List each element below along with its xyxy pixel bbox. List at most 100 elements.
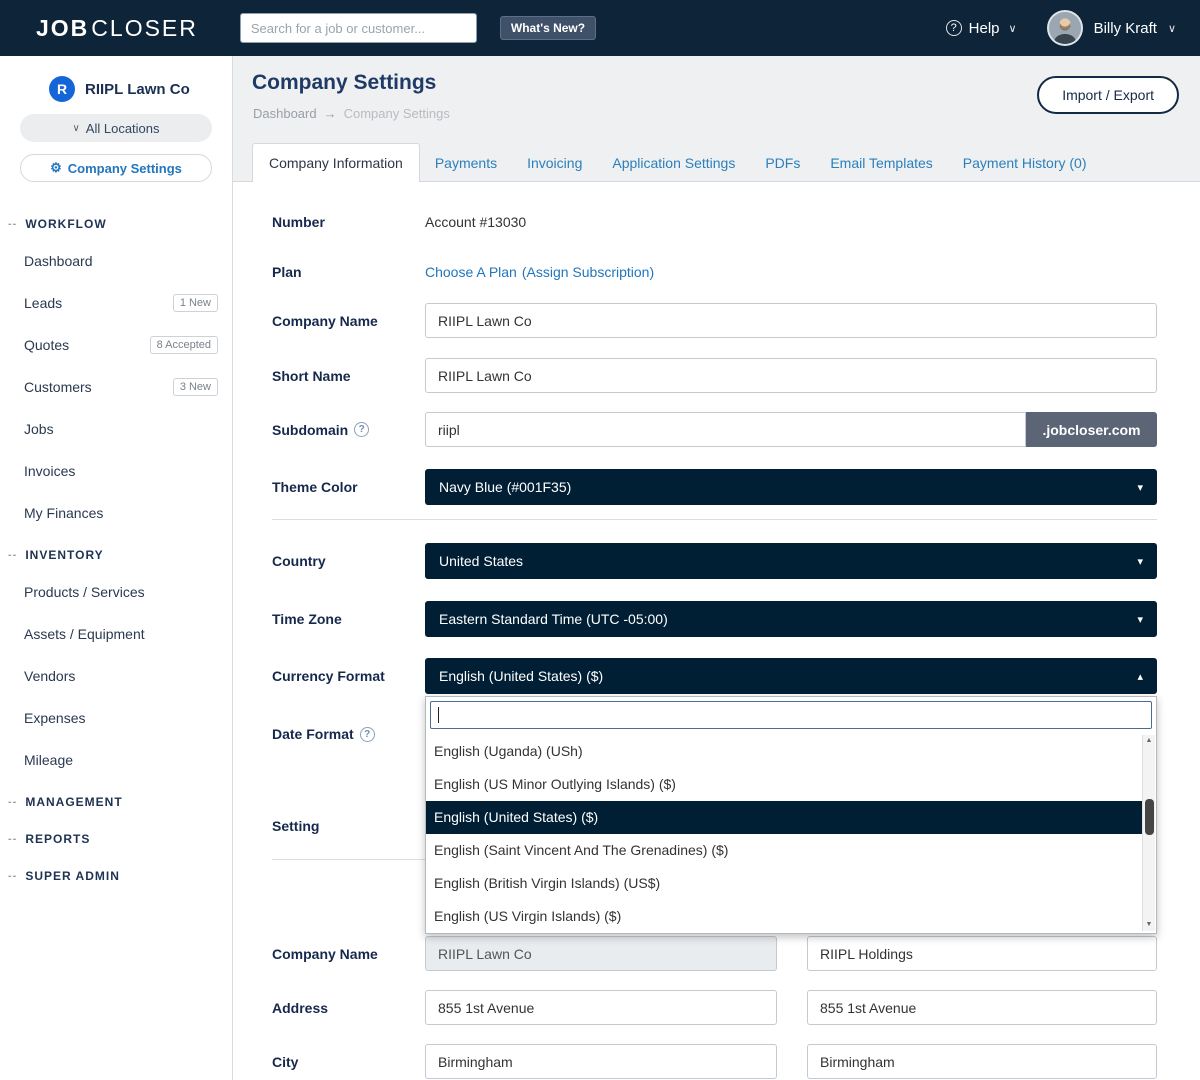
- customers-badge: 3 New: [173, 378, 218, 396]
- tab-application-settings[interactable]: Application Settings: [597, 145, 750, 181]
- divider: [272, 519, 1157, 520]
- date-format-label: Date Format ?: [272, 726, 425, 742]
- sidebar-item-dashboard[interactable]: Dashboard: [0, 240, 232, 282]
- company-settings-button[interactable]: ⚙ Company Settings: [20, 154, 212, 182]
- location2-city-input[interactable]: [807, 1044, 1157, 1079]
- currency-format-label: Currency Format: [272, 668, 425, 684]
- scroll-up-icon[interactable]: ▲: [1143, 735, 1155, 747]
- company-name-row: Company Name: [272, 303, 1157, 338]
- breadcrumb-current: Company Settings: [344, 106, 450, 121]
- sidebar-item-quotes[interactable]: Quotes 8 Accepted: [0, 324, 232, 366]
- tab-payment-history[interactable]: Payment History (0): [948, 145, 1102, 181]
- sidebar-item-expenses[interactable]: Expenses: [0, 697, 232, 739]
- subdomain-label: Subdomain ?: [272, 422, 425, 438]
- short-name-input[interactable]: [425, 358, 1157, 393]
- logo-job: JOB: [36, 15, 89, 41]
- sidebar-item-customers[interactable]: Customers 3 New: [0, 366, 232, 408]
- tab-pdfs[interactable]: PDFs: [750, 145, 815, 181]
- choose-plan-link[interactable]: Choose A Plan: [425, 264, 517, 280]
- sidebar-section-reports[interactable]: -- REPORTS: [0, 832, 232, 846]
- gear-icon: ⚙: [50, 160, 62, 176]
- avatar[interactable]: [1047, 10, 1083, 46]
- currency-option[interactable]: English (US Virgin Islands) ($): [426, 900, 1142, 933]
- sidebar-item-my-finances[interactable]: My Finances: [0, 492, 232, 534]
- section-dash-icon: --: [8, 549, 17, 561]
- country-select[interactable]: United States ▾: [425, 543, 1157, 579]
- currency-search-input[interactable]: [430, 701, 1152, 729]
- sidebar-item-jobs[interactable]: Jobs: [0, 408, 232, 450]
- sidebar-item-leads[interactable]: Leads 1 New: [0, 282, 232, 324]
- help-menu[interactable]: ? Help ∨: [946, 20, 1017, 37]
- section-dash-icon: --: [8, 218, 17, 230]
- scrollbar-thumb[interactable]: [1145, 799, 1154, 835]
- sidebar-item-assets-equipment[interactable]: Assets / Equipment: [0, 613, 232, 655]
- scrollbar[interactable]: ▲ ▼: [1142, 735, 1155, 931]
- currency-option[interactable]: English (US Minor Outlying Islands) ($): [426, 768, 1142, 801]
- user-menu[interactable]: Billy Kraft ∨: [1094, 20, 1176, 37]
- location-address-label: Address: [272, 1000, 425, 1016]
- currency-option-selected[interactable]: English (United States) ($): [426, 801, 1142, 834]
- chevron-down-icon: ▾: [1137, 481, 1143, 494]
- currency-option[interactable]: English (Saint Vincent And The Grenadine…: [426, 834, 1142, 867]
- tab-invoicing[interactable]: Invoicing: [512, 145, 597, 181]
- location2-company-name-input[interactable]: [807, 936, 1157, 971]
- section-dash-icon: --: [8, 870, 17, 882]
- company-settings-label: Company Settings: [68, 161, 182, 176]
- sidebar-section-management[interactable]: -- MANAGEMENT: [0, 795, 232, 809]
- scroll-down-icon[interactable]: ▼: [1143, 919, 1155, 931]
- sidebar-item-mileage[interactable]: Mileage: [0, 739, 232, 781]
- quotes-badge: 8 Accepted: [150, 336, 218, 354]
- breadcrumb-dashboard[interactable]: Dashboard: [253, 106, 317, 121]
- setting-label: Setting: [272, 818, 425, 834]
- sidebar: R RIIPL Lawn Co ∨ All Locations ⚙ Compan…: [0, 56, 233, 1080]
- whats-new-button[interactable]: What's New?: [500, 16, 596, 40]
- subdomain-input[interactable]: [425, 412, 1026, 447]
- location-company-name-row: Company Name: [272, 936, 1157, 971]
- timezone-select[interactable]: Eastern Standard Time (UTC -05:00) ▾: [425, 601, 1157, 637]
- location-city-label: City: [272, 1054, 425, 1070]
- section-dash-icon: --: [8, 833, 17, 845]
- section-dash-icon: --: [8, 796, 17, 808]
- currency-format-select[interactable]: English (United States) ($) ▴: [425, 658, 1157, 694]
- currency-format-row: Currency Format English (United States) …: [272, 658, 1157, 694]
- all-locations-dropdown[interactable]: ∨ All Locations: [20, 114, 212, 142]
- tab-bar: Company Information Payments Invoicing A…: [252, 142, 1101, 181]
- theme-color-select[interactable]: Navy Blue (#001F35) ▾: [425, 469, 1157, 505]
- tab-email-templates[interactable]: Email Templates: [815, 145, 947, 181]
- chevron-down-icon: ▾: [1137, 555, 1143, 568]
- theme-color-row: Theme Color Navy Blue (#001F35) ▾: [272, 469, 1157, 505]
- currency-search-wrap: [430, 701, 1152, 729]
- plan-label: Plan: [272, 264, 425, 280]
- location1-city-input[interactable]: [425, 1044, 777, 1079]
- app-logo: JOBCLOSER: [36, 15, 198, 42]
- chevron-down-icon: ∨: [72, 123, 79, 134]
- country-label: Country: [272, 553, 425, 569]
- location-address-row: Address: [272, 990, 1157, 1025]
- company-name-label: Company Name: [272, 313, 425, 329]
- subdomain-row: Subdomain ? .jobcloser.com: [272, 412, 1157, 447]
- assign-subscription-link[interactable]: (Assign Subscription): [522, 264, 654, 280]
- import-export-button[interactable]: Import / Export: [1037, 76, 1179, 114]
- tab-company-information[interactable]: Company Information: [252, 143, 420, 182]
- help-label: Help: [969, 20, 1000, 37]
- sidebar-section-super-admin[interactable]: -- SUPER ADMIN: [0, 869, 232, 883]
- company-name-input[interactable]: [425, 303, 1157, 338]
- timezone-row: Time Zone Eastern Standard Time (UTC -05…: [272, 601, 1157, 637]
- sidebar-section-inventory: -- INVENTORY: [0, 548, 232, 562]
- location2-address-input[interactable]: [807, 990, 1157, 1025]
- sidebar-item-invoices[interactable]: Invoices: [0, 450, 232, 492]
- sidebar-item-products-services[interactable]: Products / Services: [0, 571, 232, 613]
- currency-option[interactable]: English (British Virgin Islands) (US$): [426, 867, 1142, 900]
- chevron-down-icon: ∨: [1009, 22, 1017, 35]
- currency-option[interactable]: English (Uganda) (USh): [426, 735, 1142, 768]
- number-label: Number: [272, 214, 425, 230]
- sidebar-item-vendors[interactable]: Vendors: [0, 655, 232, 697]
- chevron-down-icon: ∨: [1168, 22, 1176, 35]
- global-search-input[interactable]: [240, 13, 477, 43]
- workflow-nav: Dashboard Leads 1 New Quotes 8 Accepted …: [0, 240, 232, 534]
- tab-payments[interactable]: Payments: [420, 145, 512, 181]
- location1-address-input[interactable]: [425, 990, 777, 1025]
- date-format-help-icon[interactable]: ?: [360, 727, 375, 742]
- avatar-image: [1049, 12, 1081, 44]
- subdomain-help-icon[interactable]: ?: [354, 422, 369, 437]
